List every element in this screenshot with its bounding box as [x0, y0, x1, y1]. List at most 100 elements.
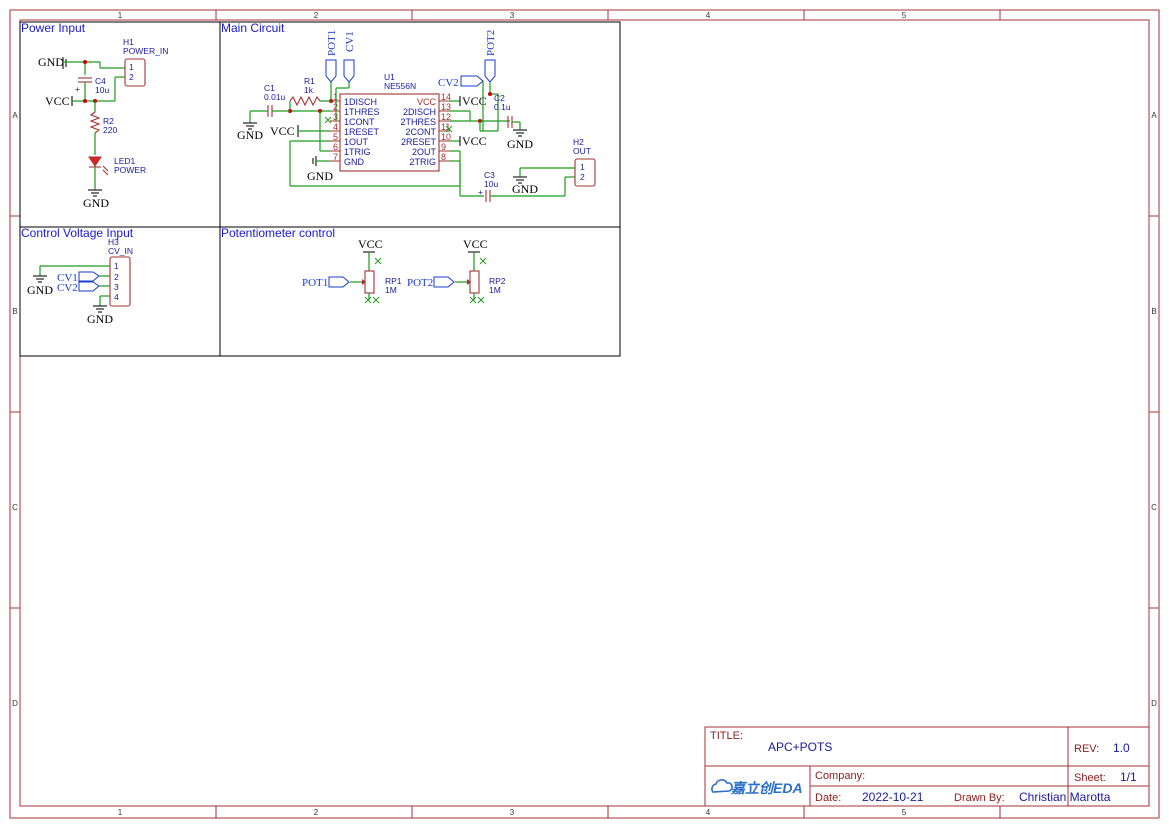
h1-value: POWER_IN: [123, 46, 168, 56]
cv2-flag-label-main: CV2: [438, 77, 459, 89]
pot1-flag-label: POT1: [326, 30, 338, 56]
power-input-circuit: GND + C4 10u VCC 1 2 H1 POWER_IN R2 220: [38, 37, 168, 210]
col-label-4-bottom: 4: [706, 808, 711, 817]
u1-pin-name-7: GND: [344, 157, 365, 167]
u1-pin-num-10: 10: [441, 132, 451, 142]
sheet-value: 1/1: [1120, 770, 1137, 784]
col-label-1-bottom: 1: [118, 808, 123, 817]
r2-value: 220: [103, 125, 117, 135]
u1-pin-name-10: 2RESET: [401, 137, 437, 147]
u1-pin-name-12: 2THRES: [400, 117, 436, 127]
col-label-1: 1: [118, 11, 123, 20]
col-label-5-bottom: 5: [902, 808, 907, 817]
title-value: APC+POTS: [768, 740, 832, 754]
title-block: TITLE: APC+POTS REV: 1.0 Company: Sheet:…: [704, 726, 1150, 807]
control-voltage-circuit: H3 CV_IN 1 2 3 4 GND CV1 CV2 GND: [27, 237, 133, 326]
gnd-label-u1: GND: [307, 169, 333, 183]
section-title-main-circuit: Main Circuit: [221, 21, 285, 35]
pot2-net-flag-pot: [433, 276, 455, 288]
u1-pin-name-11: 2CONT: [405, 127, 436, 137]
u1-value: NE556N: [384, 81, 416, 91]
gnd-label-cv-bottom: GND: [87, 312, 113, 326]
pot2-net-flag: [484, 59, 496, 83]
gnd-label-c2: GND: [507, 137, 533, 151]
col-label-3-bottom: 3: [510, 808, 515, 817]
col-label-2-bottom: 2: [314, 808, 319, 817]
cv2-net-flag-main: [460, 75, 484, 87]
company-label: Company:: [815, 770, 865, 782]
u1-pin-name-1: 1DISCH: [344, 97, 377, 107]
date-label: Date:: [815, 792, 841, 804]
gnd-label-power-bottom: GND: [83, 196, 109, 210]
cv1-flag-label: CV1: [344, 31, 356, 52]
gnd-label-h2: GND: [512, 182, 538, 196]
u1-pin-name-14: VCC: [417, 97, 437, 107]
u1-pin-num-13: 13: [441, 102, 451, 112]
u1-pin-num-7: 7: [333, 152, 338, 162]
c2-value: 0.1u: [494, 102, 511, 112]
row-label-c-right: C: [1151, 503, 1157, 512]
rp1-value: 1M: [385, 285, 397, 295]
u1-pin-num-8: 8: [441, 152, 446, 162]
vcc-label-power: VCC: [45, 94, 70, 108]
gnd-label-cv-left: GND: [27, 283, 53, 297]
r2-resistor: [89, 111, 101, 134]
vcc-label-rp1: VCC: [358, 237, 383, 251]
rp2-potentiometer: [469, 270, 480, 294]
h3-pin-3: 3: [114, 282, 119, 292]
col-label-3: 3: [510, 11, 515, 20]
c3-value: 10u: [484, 179, 498, 189]
vcc-label-rp2: VCC: [463, 237, 488, 251]
h2-pin-2: 2: [580, 172, 585, 182]
u1-pin-num-11: 11: [441, 122, 450, 132]
inner-frame: [19, 19, 1150, 807]
potentiometer-circuit: VCC RP1 1M POT1 VCC RP2 1M POT2: [302, 237, 506, 304]
col-label-4: 4: [706, 11, 711, 20]
u1-pin-name-4: 1RESET: [344, 127, 380, 137]
h2-connector: [574, 158, 596, 187]
vcc-label-reset1: VCC: [270, 124, 295, 138]
drawn-by-label: Drawn By:: [954, 792, 1005, 804]
pot1-net-flag-pot: [328, 276, 350, 288]
rev-label: REV:: [1074, 743, 1099, 755]
h3-pin-1: 1: [114, 261, 119, 271]
row-label-d-right: D: [1151, 699, 1157, 708]
outer-frame: [9, 9, 1160, 819]
logo-text: 嘉立创EDA: [730, 780, 803, 796]
pot1-flag-label-pot: POT1: [302, 277, 328, 289]
cv2-net-flag-cv: [78, 281, 100, 292]
h3-value: CV_IN: [108, 246, 133, 256]
row-label-b: B: [12, 307, 17, 316]
row-label-a: A: [12, 111, 18, 120]
row-label-b-right: B: [1151, 307, 1156, 316]
row-label-d: D: [12, 699, 18, 708]
c1-value: 0.01u: [264, 92, 286, 102]
u1-pin-name-3: 1CONT: [344, 117, 375, 127]
col-label-5: 5: [902, 11, 907, 20]
u1-pin-name-9: 2OUT: [412, 147, 437, 157]
u1-pin-name-13: 2DISCH: [403, 107, 436, 117]
h3-pin-4: 4: [114, 292, 119, 302]
pot2-flag-label: POT2: [485, 30, 497, 56]
schematic-sheet: 1 2 3 4 5 1 2 3 4 5 A B C D A B C D Powe…: [9, 9, 1160, 819]
date-value: 2022-10-21: [862, 790, 924, 804]
col-label-2: 2: [314, 11, 319, 20]
cv1-net-flag: [343, 59, 355, 83]
h2-pin-1: 1: [580, 162, 585, 172]
title-label: TITLE:: [710, 730, 743, 742]
u1-pin-num-6: 6: [333, 142, 338, 152]
u1-pin-name-2: 1THRES: [344, 107, 380, 117]
rp1-potentiometer: [364, 270, 375, 294]
c4-value: 10u: [95, 85, 109, 95]
u1-pin-num-12: 12: [441, 112, 451, 122]
c3-plus: +: [478, 187, 483, 197]
cv2-flag-label-cv: CV2: [57, 282, 78, 294]
pot1-net-flag: [325, 59, 337, 83]
led1-value: POWER: [114, 165, 146, 175]
u1-pin-name-8: 2TRIG: [409, 157, 436, 167]
u1-pin-num-5: 5: [333, 132, 338, 142]
u1-pin-num-14: 14: [441, 92, 451, 102]
gnd-label-power-top: GND: [38, 55, 64, 69]
c4-plus: +: [75, 84, 80, 94]
u1-pin-name-6: 1TRIG: [344, 147, 371, 157]
